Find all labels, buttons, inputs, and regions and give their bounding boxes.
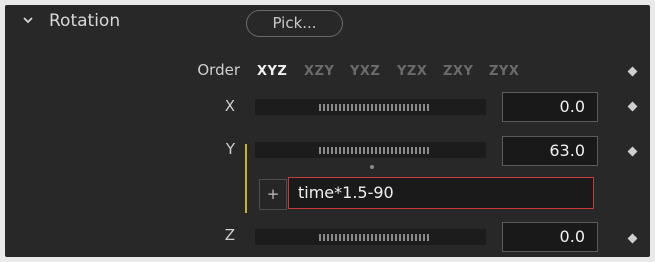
x-value-input[interactable]: 0.0 (502, 92, 598, 122)
rotation-panel: Rotation Pick... Order XYZ XZY YXZ YZX Z… (5, 5, 650, 257)
x-slider[interactable] (255, 99, 486, 115)
y-label: Y (225, 140, 235, 158)
expression-marker (245, 144, 247, 213)
rotation-header[interactable]: Rotation Pick... (5, 5, 650, 39)
section-title: Rotation (49, 11, 121, 31)
order-option-xzy[interactable]: XZY (304, 64, 334, 79)
y-expression-input[interactable]: time*1.5-90 (288, 177, 594, 209)
order-keyframe-diamond-icon[interactable] (627, 66, 638, 77)
z-keyframe-diamond-icon[interactable] (627, 233, 638, 244)
chevron-down-icon[interactable] (23, 15, 33, 25)
x-keyframe-diamond-icon[interactable] (627, 101, 638, 112)
order-option-zxy[interactable]: ZXY (443, 64, 473, 79)
x-label: X (224, 97, 235, 115)
y-slider-center-dot (370, 165, 374, 169)
pick-button[interactable]: Pick... (246, 10, 343, 37)
order-option-yzx[interactable]: YZX (397, 64, 427, 79)
z-value-input[interactable]: 0.0 (502, 222, 598, 252)
y-slider[interactable] (255, 142, 486, 158)
y-value-input[interactable]: 63.0 (502, 136, 598, 166)
order-option-xyz[interactable]: XYZ (257, 64, 287, 79)
y-keyframe-diamond-icon[interactable] (627, 146, 638, 157)
z-label: Z (224, 226, 235, 244)
order-option-zyx[interactable]: ZYX (489, 64, 519, 79)
order-option-yxz[interactable]: YXZ (350, 64, 380, 79)
z-slider[interactable] (255, 229, 486, 245)
order-label: Order (197, 61, 240, 79)
expression-add-button[interactable]: + (259, 179, 287, 210)
